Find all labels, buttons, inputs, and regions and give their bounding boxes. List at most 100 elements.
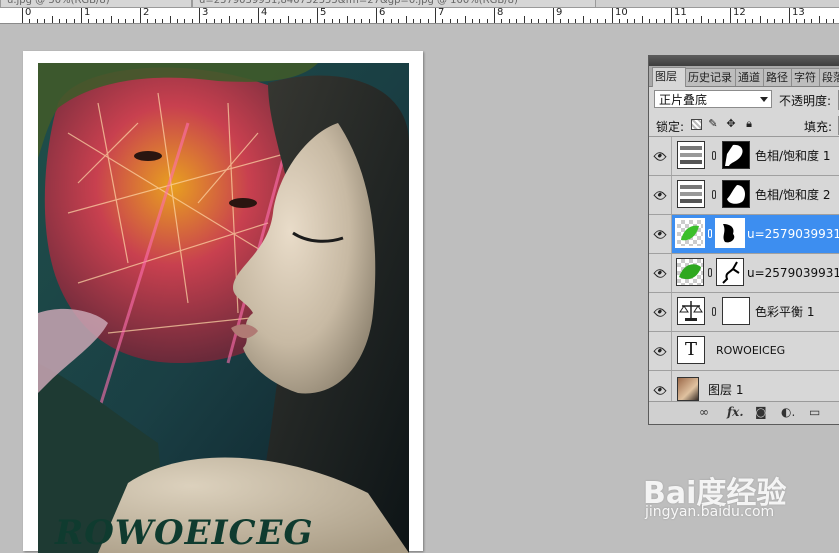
layer-mask-thumbnail[interactable] <box>722 180 750 208</box>
document-tab-1[interactable]: u.jpg @ 50%(RGB/8) <box>0 0 192 7</box>
horizontal-ruler[interactable]: 0 1 2 3 4 5 6 7 8 9 10 11 12 13 <box>0 8 839 24</box>
layer-name[interactable]: u=2579039931,84 <box>747 215 839 253</box>
ruler-minor-tick <box>44 19 45 23</box>
link-icon[interactable] <box>708 268 712 277</box>
layer-row-color-balance[interactable]: 色彩平衡 1 <box>649 293 839 332</box>
layer-name[interactable]: 色相/饱和度 1 <box>755 137 831 175</box>
layer-row-text[interactable]: T ROWOEICEG <box>649 332 839 371</box>
layer-row-image-1[interactable]: u=2579039931,84 <box>649 215 839 254</box>
opacity-label: 不透明度: <box>779 94 832 108</box>
layer-row-hue-saturation-2[interactable]: 色相/饱和度 2 <box>649 176 839 215</box>
ruler-major-tick <box>671 8 672 23</box>
ruler-minor-tick <box>111 16 112 23</box>
layer-name[interactable]: ROWOEICEG <box>716 332 785 370</box>
ruler-minor-tick <box>605 19 606 23</box>
adjustment-layer-icon[interactable]: ◐. <box>781 405 795 419</box>
visibility-toggle[interactable] <box>649 332 672 370</box>
add-mask-icon[interactable]: ◙ <box>755 405 767 419</box>
layer-name[interactable]: u=2579039931,84 <box>747 254 839 292</box>
ruler-minor-tick <box>155 19 156 23</box>
layer-image-thumbnail[interactable] <box>676 258 704 286</box>
layer-row-hue-saturation-1[interactable]: 色相/饱和度 1 <box>649 137 839 176</box>
fx-icon[interactable]: fx. <box>727 405 744 419</box>
link-icon[interactable] <box>708 229 712 238</box>
visibility-toggle[interactable] <box>649 176 672 214</box>
baidu-watermark: Bai度经验 jingyan.baidu.com <box>643 452 839 542</box>
panel-tab-bar: 图层 历史记录 通道 路径 字符 段落 <box>649 66 839 87</box>
tab-paragraph[interactable]: 段落 <box>819 68 839 86</box>
tab-layers[interactable]: 图层 <box>652 67 686 87</box>
ruler-major-tick <box>199 8 200 23</box>
link-layers-icon[interactable]: ∞ <box>699 405 709 419</box>
ruler-minor-tick <box>796 19 797 23</box>
move-icon[interactable]: ✥ <box>725 118 737 130</box>
ruler-minor-tick <box>760 16 761 23</box>
ruler-minor-tick <box>465 16 466 23</box>
ruler-minor-tick <box>221 19 222 23</box>
ruler-minor-tick <box>354 19 355 23</box>
ruler-minor-tick <box>295 19 296 23</box>
layer-image-thumbnail[interactable] <box>675 218 705 248</box>
link-icon[interactable] <box>712 190 716 199</box>
ruler-minor-tick <box>575 19 576 23</box>
layer-mask-thumbnail[interactable] <box>715 218 745 248</box>
ruler-label: 10 <box>615 8 628 18</box>
ruler-major-tick <box>22 8 23 23</box>
ruler-major-tick <box>81 8 82 23</box>
layer-name[interactable]: 色彩平衡 1 <box>755 293 814 331</box>
ruler-minor-tick <box>634 19 635 23</box>
document-canvas[interactable]: ROWOEICEG <box>23 51 423 553</box>
ruler-major-tick <box>140 8 141 23</box>
ruler-minor-tick <box>391 19 392 23</box>
blend-mode-select[interactable]: 正片叠底 <box>654 90 772 108</box>
ruler-label: 6 <box>379 8 386 18</box>
ruler-label: 11 <box>674 8 687 18</box>
layer-mask-thumbnail[interactable] <box>722 141 750 169</box>
visibility-toggle[interactable] <box>649 215 672 253</box>
ruler-minor-tick <box>583 16 584 23</box>
ruler-minor-tick <box>37 19 38 23</box>
visibility-toggle[interactable] <box>649 137 672 175</box>
ruler-label: 3 <box>202 8 209 18</box>
ruler-minor-tick <box>184 19 185 23</box>
blend-mode-value: 正片叠底 <box>659 93 708 107</box>
ruler-minor-tick <box>52 16 53 23</box>
ruler-label: 7 <box>438 8 445 18</box>
photo-art <box>38 63 409 553</box>
lock-transparency-icon[interactable] <box>691 119 702 130</box>
new-group-icon[interactable]: ▭ <box>809 405 820 419</box>
ruler-minor-tick <box>538 19 539 23</box>
ruler-minor-tick <box>369 19 370 23</box>
layer-row-image-2[interactable]: u=2579039931,84 <box>649 254 839 293</box>
visibility-toggle[interactable] <box>649 293 672 331</box>
ruler-minor-tick <box>723 19 724 23</box>
layer-mask-thumbnail[interactable] <box>722 297 750 325</box>
chevron-down-icon <box>760 97 768 102</box>
panel-titlebar[interactable] <box>649 56 839 66</box>
tab-channels[interactable]: 通道 <box>735 68 765 86</box>
ruler-minor-tick <box>310 19 311 23</box>
document-tab-2[interactable]: u=2579039931,840752555&fm=27&gp=0.jpg @ … <box>192 0 596 7</box>
ruler-minor-tick <box>236 19 237 23</box>
tab-history[interactable]: 历史记录 <box>685 68 737 86</box>
text-layer-icon: T <box>677 336 705 364</box>
tab-character[interactable]: 字符 <box>791 68 821 86</box>
ruler-label: 12 <box>733 8 746 18</box>
eye-icon <box>653 383 667 398</box>
ruler-minor-tick <box>280 19 281 23</box>
ruler-major-tick <box>376 8 377 23</box>
layer-photo-thumbnail[interactable] <box>677 377 699 401</box>
brush-icon[interactable]: ✎ <box>707 118 719 130</box>
link-icon[interactable] <box>712 151 716 160</box>
ruler-minor-tick <box>88 19 89 23</box>
layer-name[interactable]: 色相/饱和度 2 <box>755 176 831 214</box>
visibility-toggle[interactable] <box>649 254 672 292</box>
eye-icon <box>653 149 667 164</box>
lock-icon[interactable]: 🔒︎ <box>743 118 755 130</box>
ruler-minor-tick <box>243 19 244 23</box>
link-icon[interactable] <box>712 307 716 316</box>
ruler-minor-tick <box>339 19 340 23</box>
layer-mask-thumbnail[interactable] <box>716 258 744 286</box>
tab-paths[interactable]: 路径 <box>763 68 793 86</box>
ruler-minor-tick <box>103 19 104 23</box>
